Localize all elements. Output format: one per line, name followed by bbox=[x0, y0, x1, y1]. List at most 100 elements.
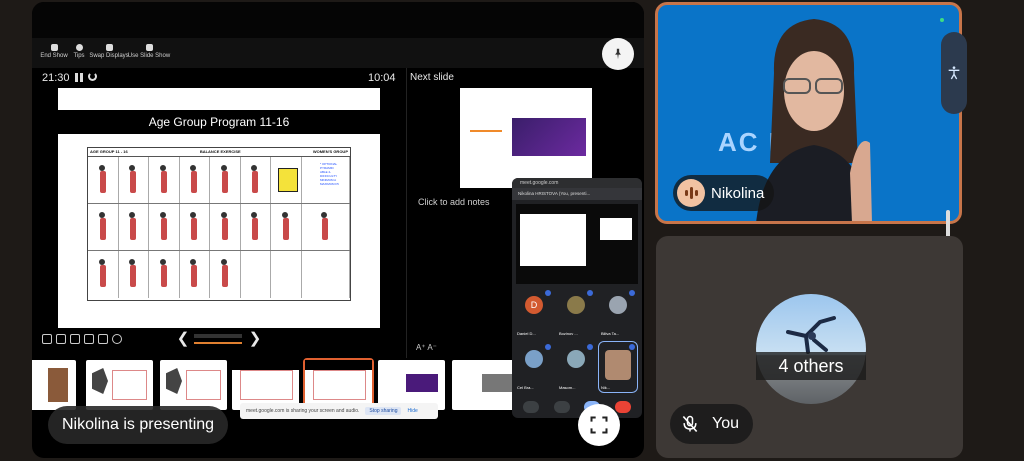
font-size-adjust[interactable]: A⁺ A⁻ bbox=[416, 343, 437, 352]
swap-displays-label: Swap Displays bbox=[89, 53, 129, 59]
self-name: You bbox=[712, 415, 739, 432]
pin-button[interactable] bbox=[602, 38, 634, 70]
mini-url-bar: meet.google.com bbox=[512, 178, 642, 188]
yellow-note-box bbox=[278, 168, 298, 192]
zoom-icon[interactable] bbox=[56, 334, 66, 344]
gymnast-image bbox=[786, 316, 836, 354]
reset-timer-icon[interactable] bbox=[88, 72, 97, 81]
end-show-icon bbox=[50, 44, 58, 51]
previous-slide-button[interactable]: ❮ bbox=[176, 330, 190, 348]
mic-toggle-icon[interactable] bbox=[523, 401, 540, 413]
pane-divider bbox=[406, 68, 407, 358]
picture-in-picture-meet: meet.google.com Nikolina HRISTOVA (You, … bbox=[512, 178, 642, 418]
gymnast-figure bbox=[190, 212, 198, 240]
tips-label: Tips bbox=[73, 53, 85, 59]
speaking-icon bbox=[677, 179, 705, 207]
gymnast-figure bbox=[129, 165, 137, 193]
tips-icon bbox=[75, 44, 83, 51]
mini-screen-preview bbox=[516, 204, 638, 284]
camera-active-indicator bbox=[940, 18, 944, 22]
others-count-label: 4 others bbox=[756, 352, 866, 380]
share-notice-text: meet.google.com is sharing your screen a… bbox=[246, 408, 360, 414]
slide-thumbnail[interactable] bbox=[86, 360, 153, 410]
speaking-icon bbox=[545, 344, 551, 350]
elapsed-timer: 21:30 bbox=[42, 72, 70, 84]
mini-participant-tile-self[interactable]: Nik... bbox=[598, 341, 638, 393]
camera-icon[interactable] bbox=[98, 334, 108, 344]
pause-icon[interactable] bbox=[75, 73, 83, 82]
speaking-icon bbox=[587, 290, 593, 296]
avatar bbox=[605, 350, 631, 380]
fullscreen-button[interactable] bbox=[578, 404, 620, 446]
mini-participant-tile[interactable]: Cel Bra... bbox=[515, 342, 553, 392]
end-call-icon[interactable] bbox=[614, 401, 631, 413]
gymnast-figure bbox=[190, 259, 198, 287]
gymnast-figure bbox=[159, 212, 167, 240]
next-slide-label: Next slide bbox=[410, 72, 454, 83]
clock: 10:04 bbox=[368, 72, 396, 84]
hide-notice-button[interactable]: Hide bbox=[407, 408, 417, 414]
next-slide-button[interactable]: ❯ bbox=[248, 330, 262, 348]
avatar bbox=[567, 350, 585, 368]
avatar: D bbox=[525, 296, 543, 314]
subtitles-icon[interactable] bbox=[84, 334, 94, 344]
table-header-right: WOMEN'S GROUP bbox=[312, 149, 348, 154]
mini-participant-tile[interactable]: D Daniel D... bbox=[515, 288, 553, 338]
gymnast-figure bbox=[251, 212, 259, 240]
slide-thumbnail[interactable] bbox=[160, 360, 227, 410]
screen-share-notice: meet.google.com is sharing your screen a… bbox=[240, 403, 438, 419]
avatar bbox=[567, 296, 585, 314]
slide-title: Age Group Program 11-16 bbox=[58, 110, 380, 134]
gymnast-figure bbox=[220, 212, 228, 240]
participant-name: Nikolina bbox=[711, 184, 765, 202]
speaking-icon bbox=[587, 344, 593, 350]
next-slide-image bbox=[512, 118, 586, 156]
mini-participant-tile[interactable]: Bozinov ... bbox=[557, 288, 595, 338]
presenting-indicator: Nikolina is presenting bbox=[48, 406, 229, 444]
mini-participant-tile[interactable]: Biliva Ta... bbox=[599, 288, 637, 338]
meet-window: End Show Tips Swap Displays Use Slide Sh… bbox=[0, 0, 1024, 461]
speaking-icon bbox=[545, 290, 551, 296]
gymnast-figure bbox=[129, 259, 137, 287]
gymnast-figure bbox=[190, 165, 198, 193]
mini-participant-name: Biliva Ta... bbox=[601, 331, 620, 336]
pin-icon bbox=[615, 48, 621, 60]
mini-participant-tile[interactable]: Masom... bbox=[557, 342, 595, 392]
slideshow-icon bbox=[145, 44, 153, 51]
participant-tile-nikolina[interactable]: AC ICS Nikolina bbox=[655, 2, 962, 224]
speaking-icon bbox=[629, 344, 635, 350]
speaker-notes-placeholder[interactable]: Click to add notes bbox=[418, 197, 490, 207]
gymnast-figure bbox=[220, 259, 228, 287]
exercise-table: AGE GROUP 11 - 16 BALANCE EXERCISE WOMEN… bbox=[87, 147, 351, 301]
others-avatar bbox=[756, 294, 866, 404]
gymnast-figure bbox=[98, 165, 106, 193]
mini-participant-name: Daniel D... bbox=[517, 331, 536, 336]
use-slide-show-label: Use Slide Show bbox=[127, 53, 171, 59]
camera-toggle-icon[interactable] bbox=[553, 401, 570, 413]
use-slide-show-button[interactable]: Use Slide Show bbox=[126, 44, 172, 59]
mini-presenter-line: Nikolina HRISTOVA (You, presenti... bbox=[512, 188, 642, 200]
pen-icon[interactable] bbox=[42, 334, 52, 344]
slide-thumbnail[interactable] bbox=[452, 360, 514, 410]
avatar bbox=[525, 350, 543, 368]
pointer-icon[interactable] bbox=[70, 334, 80, 344]
table-header-left: AGE GROUP 11 - 16 bbox=[90, 149, 128, 154]
stop-sharing-button[interactable]: Stop sharing bbox=[365, 407, 402, 415]
speaking-icon bbox=[629, 290, 635, 296]
mini-participant-name: Masom... bbox=[559, 385, 576, 390]
more-icon[interactable] bbox=[112, 334, 122, 344]
table-row bbox=[88, 157, 350, 204]
gymnast-figure bbox=[129, 212, 137, 240]
table-header: AGE GROUP 11 - 16 BALANCE EXERCISE WOMEN… bbox=[88, 148, 350, 157]
next-slide-preview[interactable] bbox=[460, 88, 592, 188]
current-slide: Age Group Program 11-16 AGE GROUP 11 - 1… bbox=[58, 88, 380, 328]
table-row bbox=[88, 204, 350, 251]
accessibility-button[interactable] bbox=[941, 32, 967, 114]
gymnast-figure bbox=[251, 165, 259, 193]
accessibility-icon bbox=[948, 66, 960, 80]
gymnast-figure bbox=[281, 212, 289, 240]
mini-participant-name: Bozinov ... bbox=[559, 331, 578, 336]
gymnast-figure bbox=[321, 212, 329, 240]
gymnast-figure bbox=[98, 212, 106, 240]
slide-thumbnail[interactable] bbox=[32, 360, 76, 410]
